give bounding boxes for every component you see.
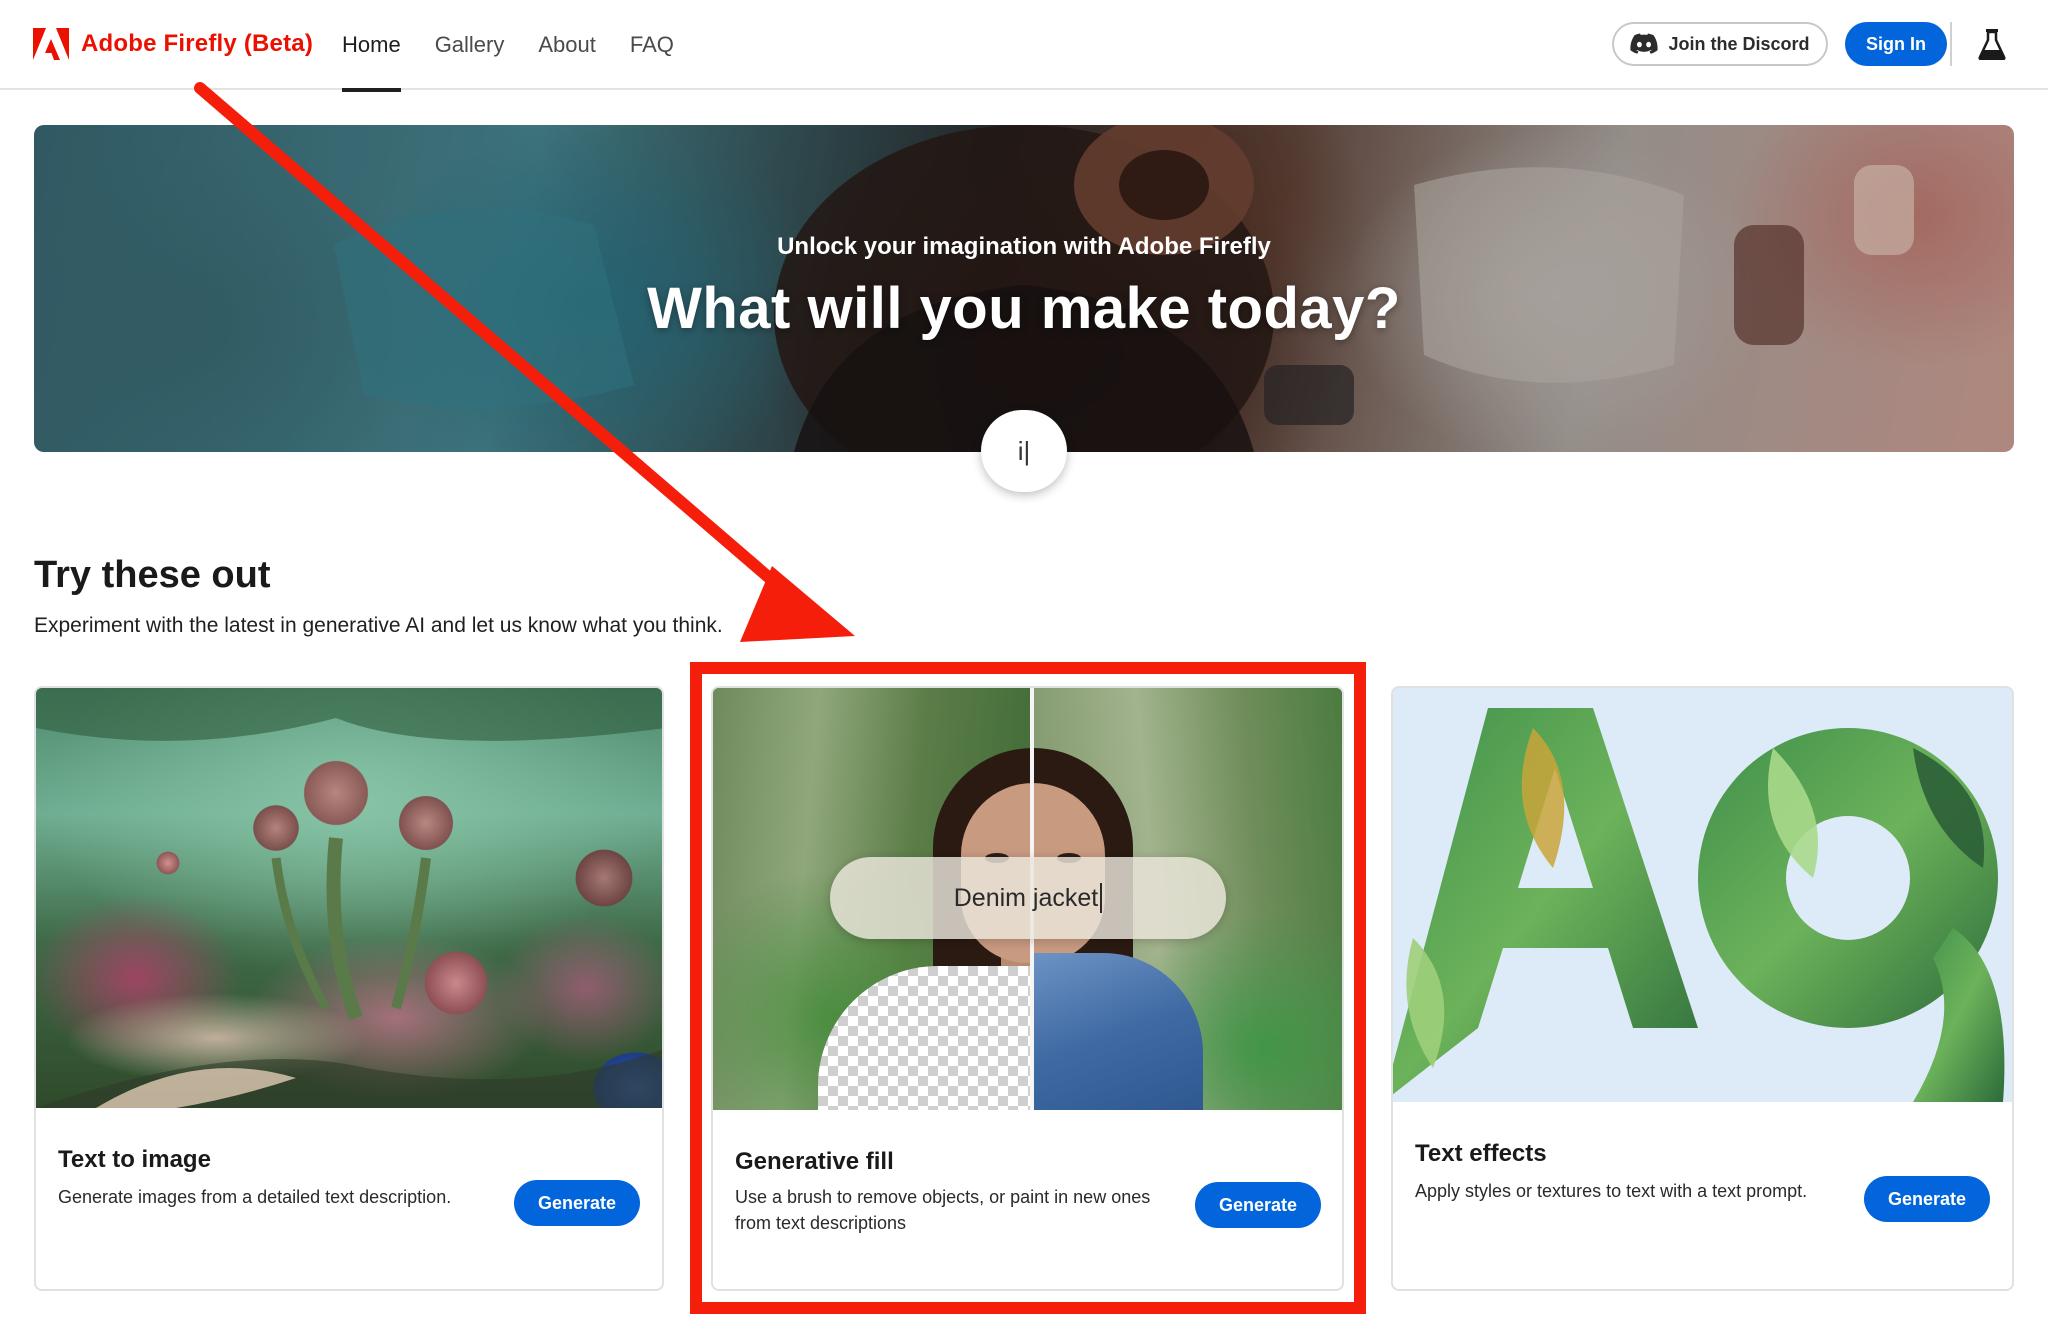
hero-banner: Unlock your imagination with Adobe Firef… [34,125,2014,452]
generate-button[interactable]: Generate [514,1180,640,1226]
nav-faq[interactable]: FAQ [630,0,674,90]
text-to-image-preview [36,688,662,1108]
brand[interactable]: Adobe Firefly (Beta) [33,28,313,60]
adobe-logo-icon [33,28,69,60]
join-discord-label: Join the Discord [1668,33,1810,54]
hero-subtitle: Unlock your imagination with Adobe Firef… [777,233,1271,260]
text-effects-preview [1393,688,2012,1102]
leafy-letters-artwork [1393,708,2005,1102]
hero-title: What will you make today? [647,276,1401,341]
card-description: Apply styles or textures to text with a … [1415,1181,1808,1201]
join-discord-button[interactable]: Join the Discord [1612,22,1828,66]
generate-button[interactable]: Generate [1864,1176,1990,1222]
card-title: Generative fill [735,1148,894,1175]
generate-button[interactable]: Generate [1195,1182,1321,1228]
section-description: Experiment with the latest in generative… [34,614,723,637]
card-text-to-image[interactable]: Text to image Generate images from a det… [34,686,664,1291]
main-nav: Home Gallery About FAQ [342,0,708,92]
prompt-input[interactable]: i| [981,410,1067,492]
card-title: Text effects [1415,1140,1547,1167]
generative-fill-preview: Denim jacket [713,688,1342,1110]
nav-home[interactable]: Home [342,0,401,92]
fill-prompt-input: Denim jacket [830,857,1226,939]
text-cursor [1100,883,1103,913]
nav-divider [1950,22,1952,66]
sign-in-button[interactable]: Sign In [1845,22,1947,66]
card-title: Text to image [58,1146,211,1173]
garden-artwork [36,688,662,1108]
section-title: Try these out [34,554,271,596]
card-generative-fill[interactable]: Denim jacket Generative fill Use a brush… [711,686,1344,1291]
brand-name: Adobe Firefly (Beta) [81,30,314,57]
fill-prompt-text: Denim jacket [953,883,1099,912]
nav-gallery[interactable]: Gallery [435,0,505,90]
card-description: Generate images from a detailed text des… [58,1187,452,1207]
nav-about[interactable]: About [538,0,596,90]
card-description: Use a brush to remove objects, or paint … [735,1187,1151,1233]
top-navigation: Adobe Firefly (Beta) Home Gallery About … [0,0,2048,92]
discord-icon [1630,33,1659,54]
flask-icon[interactable] [1978,28,2006,60]
card-text-effects[interactable]: Text effects Apply styles or textures to… [1391,686,2014,1291]
